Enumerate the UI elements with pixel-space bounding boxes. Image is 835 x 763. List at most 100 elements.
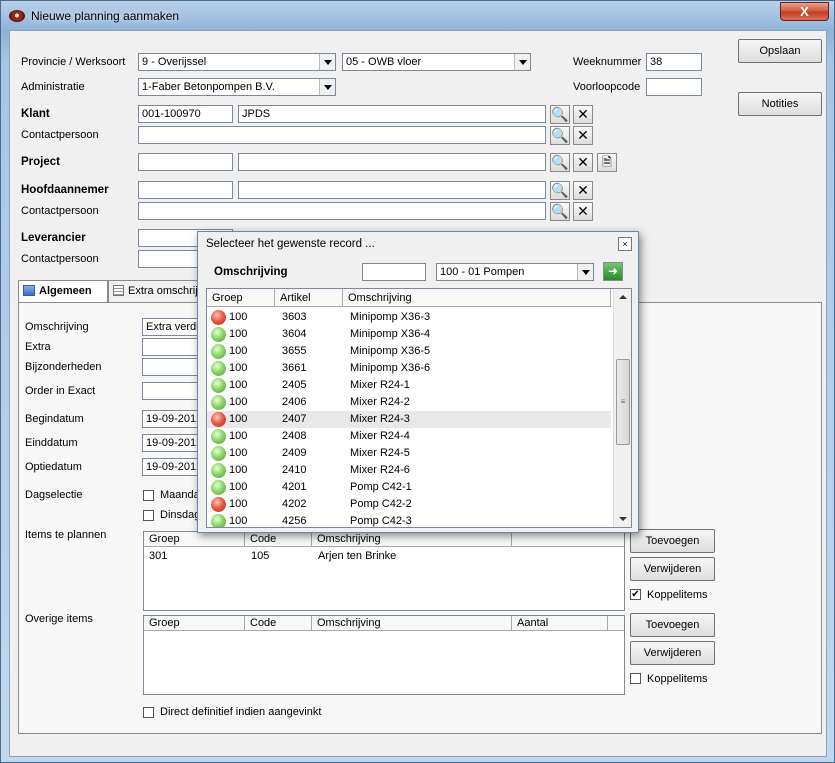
hoofdaannemer-code-input[interactable] <box>138 181 233 199</box>
omschrijving-input[interactable]: Extra verdie <box>142 318 202 336</box>
scroll-thumb[interactable]: ≡ <box>616 359 630 445</box>
project-name-input[interactable] <box>238 153 546 171</box>
search-icon[interactable]: 🔍 <box>550 202 570 221</box>
go-arrow-icon[interactable]: ➜ <box>603 262 623 281</box>
optiedatum-input[interactable]: 19-09-2012 <box>142 458 202 476</box>
hoofdaannemer-contactpersoon-input[interactable] <box>138 202 546 220</box>
column-header[interactable]: Code <box>245 616 312 631</box>
voorloopcode-input[interactable] <box>646 78 702 96</box>
clear-icon[interactable]: ✕ <box>573 126 593 145</box>
begindatum-input[interactable]: 19-09-2012 <box>142 410 202 428</box>
klant-name-input[interactable]: JPDS <box>238 105 546 123</box>
table-cell: Mixer R24-6 <box>350 464 410 476</box>
column-header[interactable]: Groep <box>207 289 275 307</box>
verwijderen-overige-button[interactable]: Verwijderen <box>630 641 715 665</box>
koppelitems-checkbox[interactable]: ✔ <box>630 589 641 600</box>
new-document-icon[interactable]: 🗎 <box>597 153 617 172</box>
column-header[interactable]: Code <box>245 532 312 547</box>
administratie-select[interactable]: 1-Faber Betonpompen B.V. <box>138 78 336 96</box>
column-header[interactable]: Omschrijving <box>343 289 611 307</box>
table-cell: Mixer R24-1 <box>350 379 410 391</box>
einddatum-input[interactable]: 19-09-2012 <box>142 434 202 452</box>
table-row[interactable]: 100 2407 Mixer R24-3 <box>207 411 611 428</box>
clear-icon[interactable]: ✕ <box>573 153 593 172</box>
column-header[interactable]: Artikel <box>275 289 343 307</box>
search-icon[interactable]: 🔍 <box>550 153 570 172</box>
dialog-grid[interactable]: Groep Artikel Omschrijving 100 3603 Minipo… <box>206 288 632 528</box>
scrollbar[interactable]: ≡ <box>613 289 631 527</box>
table-cell: 100 <box>229 328 248 340</box>
hoofdaannemer-label: Hoofdaannemer <box>21 184 109 196</box>
maandag-checkbox[interactable] <box>143 490 154 501</box>
search-icon[interactable]: 🔍 <box>550 105 570 124</box>
toevoegen-button[interactable]: Toevoegen <box>630 529 715 553</box>
omschrijving-label: Omschrijving <box>25 321 89 333</box>
table-row[interactable]: 100 2410 Mixer R24-6 <box>207 462 611 479</box>
column-header[interactable]: Aantal <box>512 616 608 631</box>
koppelitems-overige-checkbox[interactable] <box>630 673 641 684</box>
provincie-select[interactable]: 9 - Overijssel <box>138 53 336 71</box>
table-cell[interactable]: Arjen ten Brinke <box>318 550 396 562</box>
tab-extra-omschrijving[interactable]: Extra omschrijv <box>108 280 198 302</box>
dialog-filter-select[interactable]: 100 - 01 Pompen <box>436 263 594 281</box>
table-row[interactable]: 100 3603 Minipomp X36-3 <box>207 309 611 326</box>
bijzonderheden-input[interactable] <box>142 358 202 376</box>
werksoort-select[interactable]: 05 - OWB vloer <box>342 53 531 71</box>
klant-code-input[interactable]: 001-100970 <box>138 105 233 123</box>
hoofdaannemer-name-input[interactable] <box>238 181 546 199</box>
table-row[interactable]: 100 4256 Pomp C42-3 <box>207 513 611 527</box>
column-header[interactable]: Groep <box>144 616 245 631</box>
scroll-down-icon[interactable] <box>619 517 627 521</box>
tab-icon <box>23 285 35 296</box>
direct-definitief-checkbox[interactable] <box>143 707 154 718</box>
extra-input[interactable] <box>142 338 202 356</box>
bijzonderheden-label: Bijzonderheden <box>25 361 102 373</box>
dialog-filter-input[interactable] <box>362 263 426 281</box>
table-cell: 100 <box>229 379 248 391</box>
scroll-up-icon[interactable] <box>619 295 627 299</box>
table-row[interactable]: 100 4202 Pomp C42-2 <box>207 496 611 513</box>
table-row[interactable]: 100 3661 Minipomp X36-6 <box>207 360 611 377</box>
toevoegen-overige-button[interactable]: Toevoegen <box>630 613 715 637</box>
clear-icon[interactable]: ✕ <box>573 105 593 124</box>
dinsdag-checkbox[interactable] <box>143 510 154 521</box>
overige-grid[interactable]: Groep Code Omschrijving Aantal <box>143 615 625 695</box>
clear-icon[interactable]: ✕ <box>573 202 593 221</box>
search-icon[interactable]: 🔍 <box>550 126 570 145</box>
table-cell: Minipomp X36-4 <box>350 328 431 340</box>
notes-button[interactable]: Notities <box>738 92 822 116</box>
chevron-down-icon[interactable] <box>577 264 593 280</box>
chevron-down-icon[interactable] <box>319 79 335 95</box>
table-cell: 2407 <box>282 413 307 425</box>
column-header[interactable]: Groep <box>144 532 245 547</box>
table-row[interactable]: 100 2406 Mixer R24-2 <box>207 394 611 411</box>
weeknummer-input[interactable]: 38 <box>646 53 702 71</box>
chevron-down-icon[interactable] <box>319 54 335 70</box>
tab-algemeen[interactable]: Algemeen <box>18 280 108 304</box>
table-cell: 3603 <box>282 311 307 323</box>
table-row[interactable]: 100 3604 Minipomp X36-4 <box>207 326 611 343</box>
status-green-icon <box>211 463 226 478</box>
close-icon[interactable]: × <box>618 237 632 251</box>
project-code-input[interactable] <box>138 153 233 171</box>
leverancier-label: Leverancier <box>21 232 86 244</box>
table-cell[interactable]: 105 <box>251 550 269 562</box>
order-input[interactable] <box>142 382 202 400</box>
klant-contactpersoon-input[interactable] <box>138 126 546 144</box>
table-row[interactable]: 100 2405 Mixer R24-1 <box>207 377 611 394</box>
table-row[interactable]: 100 2408 Mixer R24-4 <box>207 428 611 445</box>
clear-icon[interactable]: ✕ <box>573 181 593 200</box>
close-window-button[interactable]: X <box>780 2 829 21</box>
verwijderen-button[interactable]: Verwijderen <box>630 557 715 581</box>
save-button[interactable]: Opslaan <box>738 39 822 63</box>
table-row[interactable]: 100 4201 Pomp C42-1 <box>207 479 611 496</box>
table-cell[interactable]: 301 <box>149 550 167 562</box>
chevron-down-icon[interactable] <box>514 54 530 70</box>
table-row[interactable]: 100 3655 Minipomp X36-5 <box>207 343 611 360</box>
column-header[interactable]: Omschrijving <box>312 532 512 547</box>
items-grid[interactable]: Groep Code Omschrijving 301 105 Arjen te… <box>143 531 625 611</box>
search-icon[interactable]: 🔍 <box>550 181 570 200</box>
table-row[interactable]: 100 2409 Mixer R24-5 <box>207 445 611 462</box>
select-record-dialog: Selecteer het gewenste record ... × Omsc… <box>197 231 639 533</box>
column-header[interactable]: Omschrijving <box>312 616 512 631</box>
